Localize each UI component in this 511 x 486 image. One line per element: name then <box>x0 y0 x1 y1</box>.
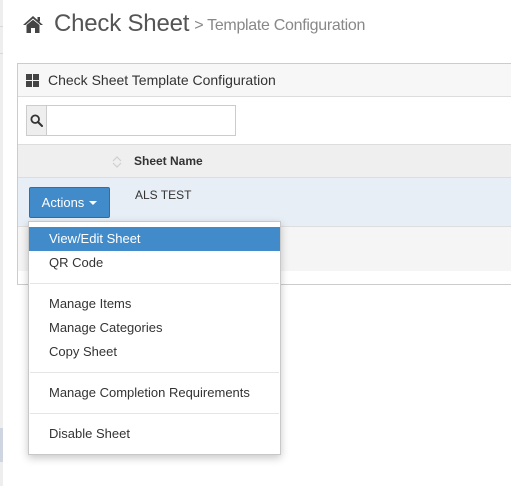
actions-dropdown-menu: View/Edit Sheet QR Code Manage Items Man… <box>28 221 281 455</box>
search-icon[interactable] <box>27 106 47 135</box>
page-subtitle: > Template Configuration <box>194 17 366 34</box>
menu-divider <box>30 283 279 284</box>
menu-item-disable-sheet[interactable]: Disable Sheet <box>29 422 280 446</box>
table-row: Actions ALS TEST <box>18 178 511 227</box>
page-header: Check Sheet > Template Configuration <box>22 8 365 40</box>
page-title: Check Sheet <box>54 10 190 37</box>
column-header-sheet-name[interactable]: Sheet Name <box>134 154 203 168</box>
caret-down-icon <box>89 201 98 205</box>
widget-header: Check Sheet Template Configuration <box>18 64 511 97</box>
widget-title: Check Sheet Template Configuration <box>48 72 276 88</box>
actions-button-label: Actions <box>41 195 85 210</box>
sheet-name-cell: ALS TEST <box>135 188 192 202</box>
sort-icon[interactable] <box>111 155 123 169</box>
left-edge-strip <box>0 0 3 486</box>
menu-item-view-edit-sheet[interactable]: View/Edit Sheet <box>29 227 280 251</box>
menu-divider <box>30 372 279 373</box>
menu-divider <box>30 413 279 414</box>
grid-icon <box>26 73 39 87</box>
table-header: Sheet Name <box>18 144 511 178</box>
menu-item-qr-code[interactable]: QR Code <box>29 251 280 275</box>
menu-item-copy-sheet[interactable]: Copy Sheet <box>29 340 280 364</box>
home-icon[interactable] <box>22 14 44 34</box>
search-box <box>26 105 236 136</box>
search-input[interactable] <box>47 106 235 135</box>
actions-button[interactable]: Actions <box>29 187 110 218</box>
menu-item-manage-completion-requirements[interactable]: Manage Completion Requirements <box>29 381 280 405</box>
menu-item-manage-categories[interactable]: Manage Categories <box>29 316 280 340</box>
menu-item-manage-items[interactable]: Manage Items <box>29 292 280 316</box>
